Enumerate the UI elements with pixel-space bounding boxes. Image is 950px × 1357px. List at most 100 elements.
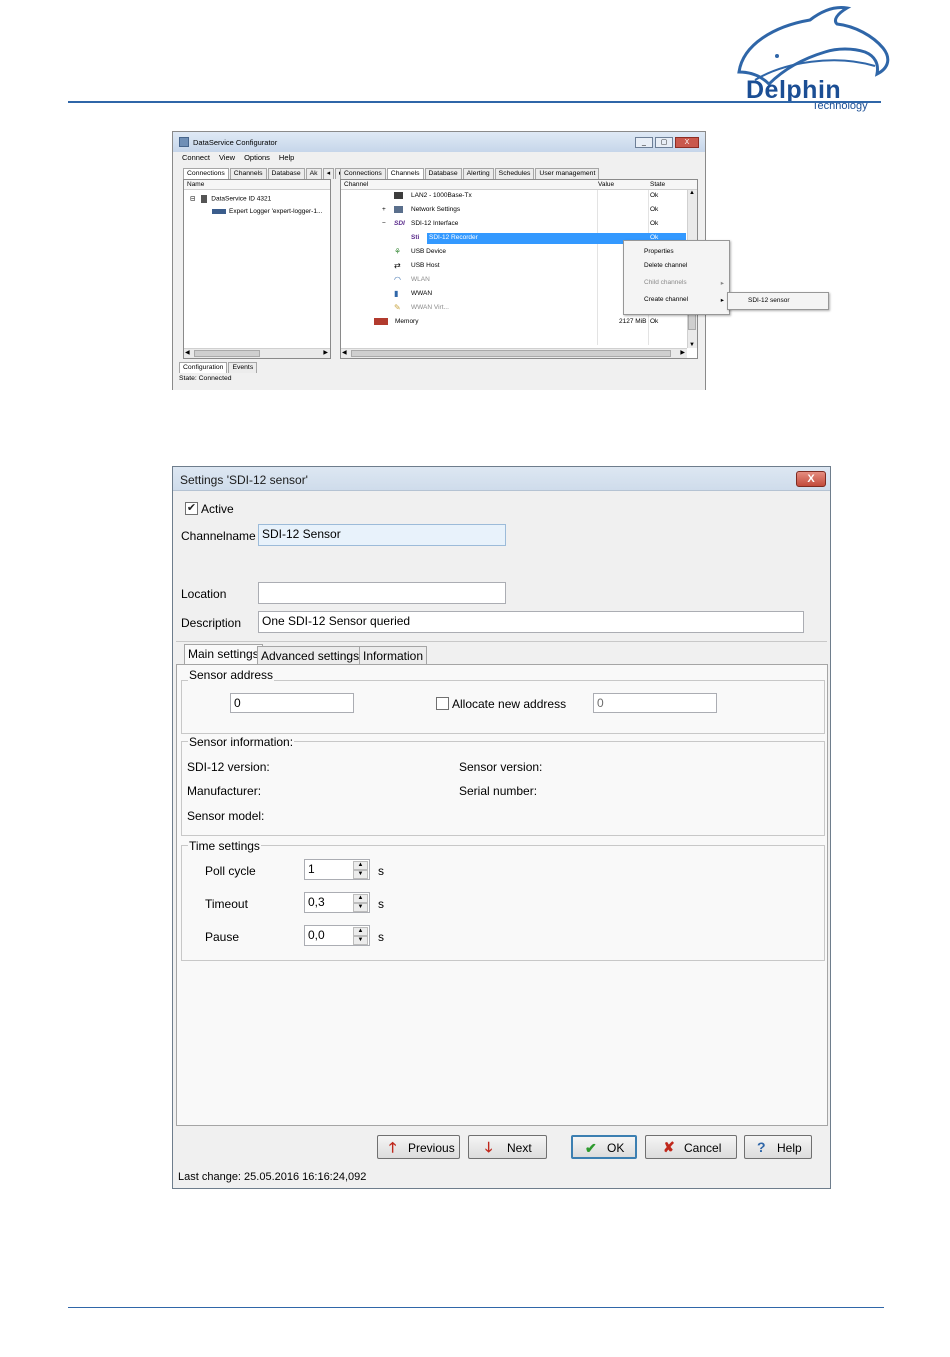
logger-icon (212, 208, 226, 214)
spin-up-icon[interactable]: ▲ (353, 894, 368, 903)
tree-row-expert-logger[interactable]: Expert Logger 'expert-logger-1... (212, 208, 322, 216)
time-settings-title: Time settings (188, 839, 261, 853)
spin-down-icon[interactable]: ▼ (353, 936, 368, 945)
spin-down-icon[interactable]: ▼ (353, 903, 368, 912)
expand-icon[interactable]: + (382, 206, 386, 214)
name-column-header[interactable]: Name (184, 180, 330, 190)
active-label: Active (201, 502, 234, 516)
menu-delete-channel[interactable]: Delete channel (644, 262, 687, 269)
rtab-database[interactable]: Database (424, 168, 462, 179)
dialog-close-button[interactable]: X (796, 471, 826, 487)
submenu-arrow-icon: ▸ (720, 297, 724, 304)
menu-child-channels[interactable]: Child channels (644, 279, 687, 286)
maximize-button[interactable]: ▢ (655, 137, 673, 148)
col-channel[interactable]: Channel (344, 180, 368, 190)
submenu-arrow-icon: ▸ (720, 280, 724, 287)
menu-view[interactable]: View (219, 152, 235, 163)
last-change-status: Last change: 25.05.2016 16:16:24,092 (178, 1171, 367, 1183)
tab-connections[interactable]: Connections (183, 168, 229, 179)
tab-information[interactable]: Information (359, 646, 428, 665)
location-label: Location (181, 587, 227, 601)
scroll-left-arrow-icon[interactable]: ◀ (342, 349, 347, 356)
active-checkbox[interactable]: ✔ (185, 502, 198, 515)
channel-name: SDI-12 Recorder (429, 234, 478, 241)
tab-ak[interactable]: Ak (305, 168, 322, 179)
spin-down-icon[interactable]: ▼ (353, 870, 368, 879)
channelname-label: Channelname (181, 529, 256, 543)
location-input[interactable] (258, 582, 506, 604)
rtab-channels[interactable]: Channels (386, 168, 424, 179)
sensor-address-title: Sensor address (188, 668, 275, 682)
menu-connect[interactable]: Connect (182, 152, 210, 163)
network-icon (394, 206, 403, 213)
channel-state: Ok (650, 220, 659, 227)
menu-create-channel[interactable]: Create channel (644, 296, 688, 303)
poll-cycle-unit: s (378, 864, 384, 878)
sensor-version-label: Sensor version: (459, 760, 543, 774)
tab-configuration[interactable]: Configuration (179, 362, 228, 373)
configurator-titlebar[interactable]: DataService Configurator _ ▢ X (173, 132, 705, 152)
channel-name: Memory (395, 318, 419, 325)
usb-device-icon: ⚘ (394, 247, 402, 256)
ok-button[interactable]: ✔ OK (571, 1135, 637, 1159)
rtab-user-management[interactable]: User management (535, 168, 600, 179)
scroll-right-arrow-icon[interactable]: ▶ (680, 349, 685, 356)
spin-up-icon[interactable]: ▲ (353, 861, 368, 870)
menu-properties[interactable]: Properties (644, 248, 674, 255)
next-button[interactable]: 🡓 Next (468, 1135, 547, 1159)
status-bar: State: Connected (179, 375, 232, 382)
sensor-address-input[interactable]: 0 (230, 693, 354, 713)
rtab-schedules[interactable]: Schedules (494, 168, 535, 179)
channelname-input[interactable]: SDI-12 Sensor (258, 524, 506, 546)
left-h-scrollbar[interactable]: ◀ ▶ (184, 348, 330, 358)
tree-row-dataservice[interactable]: ⊟ DataService ID 4321 (190, 195, 271, 204)
menu-options[interactable]: Options (244, 152, 270, 163)
timeout-value: 0,3 (308, 895, 325, 909)
scroll-down-arrow-icon[interactable]: ▼ (689, 342, 695, 348)
pause-label: Pause (205, 930, 240, 944)
arrow-down-icon: 🡓 (485, 1139, 493, 1155)
tab-channels[interactable]: Channels (229, 168, 267, 179)
scroll-up-arrow-icon[interactable]: ▲ (689, 190, 695, 196)
footer-rule (68, 1307, 884, 1308)
allocate-new-address-checkbox[interactable] (436, 697, 449, 710)
channel-state: Ok (650, 206, 659, 213)
col-state[interactable]: State (650, 180, 665, 190)
tab-main-settings[interactable]: Main settings (184, 644, 263, 665)
scroll-thumb[interactable] (194, 350, 260, 357)
cancel-button[interactable]: ✘ Cancel (645, 1135, 737, 1159)
description-input[interactable]: One SDI-12 Sensor queried (258, 611, 804, 633)
rtab-connections[interactable]: Connections (340, 168, 386, 179)
poll-cycle-value: 1 (308, 862, 315, 876)
scroll-right-arrow-icon[interactable]: ▶ (323, 349, 328, 356)
collapse-icon[interactable]: − (382, 220, 386, 228)
bottom-tabs: Configuration Events (179, 362, 258, 373)
right-h-scrollbar[interactable]: ◀ ▶ (341, 348, 687, 358)
h-scroll-thumb[interactable] (351, 350, 671, 357)
dialog-titlebar[interactable]: Settings 'SDI-12 sensor' X (173, 467, 830, 491)
rtab-alerting[interactable]: Alerting (462, 168, 494, 179)
menu-sdi12-sensor[interactable]: SDI-12 sensor (748, 297, 790, 304)
help-label: Help (777, 1141, 802, 1155)
col-value[interactable]: Value (598, 180, 614, 190)
previous-button[interactable]: 🡑 Previous (377, 1135, 460, 1159)
tab-advanced-settings[interactable]: Advanced settings (257, 646, 364, 665)
help-button[interactable]: ? Help (744, 1135, 812, 1159)
description-label: Description (181, 616, 242, 630)
tab-scroll-left[interactable]: ◂ (322, 168, 334, 179)
tab-database[interactable]: Database (267, 168, 305, 179)
configurator-title: DataService Configurator (193, 138, 278, 147)
new-address-input[interactable]: 0 (593, 693, 717, 713)
scroll-left-arrow-icon[interactable]: ◀ (185, 349, 190, 356)
timeout-label: Timeout (205, 897, 248, 911)
channels-grid: Channel Value State LAN2 - 1000Base-Tx O… (340, 179, 829, 359)
pause-spinner[interactable]: 0,0 ▲ ▼ (304, 925, 370, 946)
spin-up-icon[interactable]: ▲ (353, 927, 368, 936)
poll-cycle-spinner[interactable]: 1 ▲ ▼ (304, 859, 370, 880)
menu-help[interactable]: Help (279, 152, 294, 163)
minimize-button[interactable]: _ (635, 137, 653, 148)
close-button[interactable]: X (675, 137, 699, 148)
tab-events[interactable]: Events (228, 362, 258, 373)
context-menu: Properties Delete channel Child channels… (623, 240, 730, 315)
timeout-spinner[interactable]: 0,3 ▲ ▼ (304, 892, 370, 913)
